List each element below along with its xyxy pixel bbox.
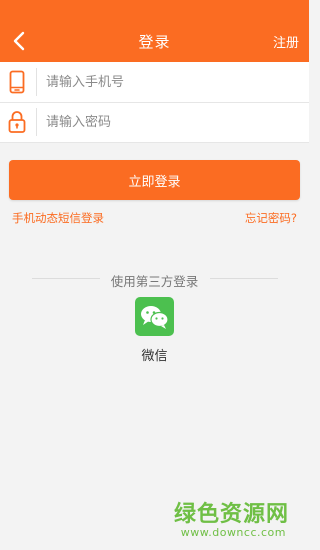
mobile-phone-icon — [6, 69, 28, 95]
password-input[interactable] — [46, 110, 296, 134]
phone-field-row — [0, 62, 309, 102]
forgot-password-link[interactable]: 忘记密码? — [245, 210, 297, 226]
divider — [210, 278, 278, 279]
phone-input[interactable] — [46, 70, 296, 94]
watermark-name: 绿色资源网 — [173, 502, 289, 527]
page-title: 登录 — [138, 33, 171, 51]
wechat-login-button[interactable] — [135, 297, 174, 336]
wechat-icon — [140, 305, 169, 329]
login-form — [0, 62, 309, 143]
lock-icon — [6, 109, 28, 135]
register-button[interactable]: 注册 — [273, 32, 299, 51]
header-bar: 登录 注册 — [0, 0, 309, 62]
watermark-url: www.downcc.com — [180, 526, 286, 539]
password-field-row — [0, 102, 309, 142]
third-party-login-label: 使用第三方登录 — [110, 274, 199, 289]
login-button[interactable]: 立即登录 — [9, 160, 300, 200]
divider — [0, 142, 309, 143]
field-separator — [36, 68, 37, 96]
field-separator — [36, 108, 37, 136]
wechat-label: 微信 — [141, 349, 168, 364]
sms-login-link[interactable]: 手机动态短信登录 — [12, 210, 104, 226]
